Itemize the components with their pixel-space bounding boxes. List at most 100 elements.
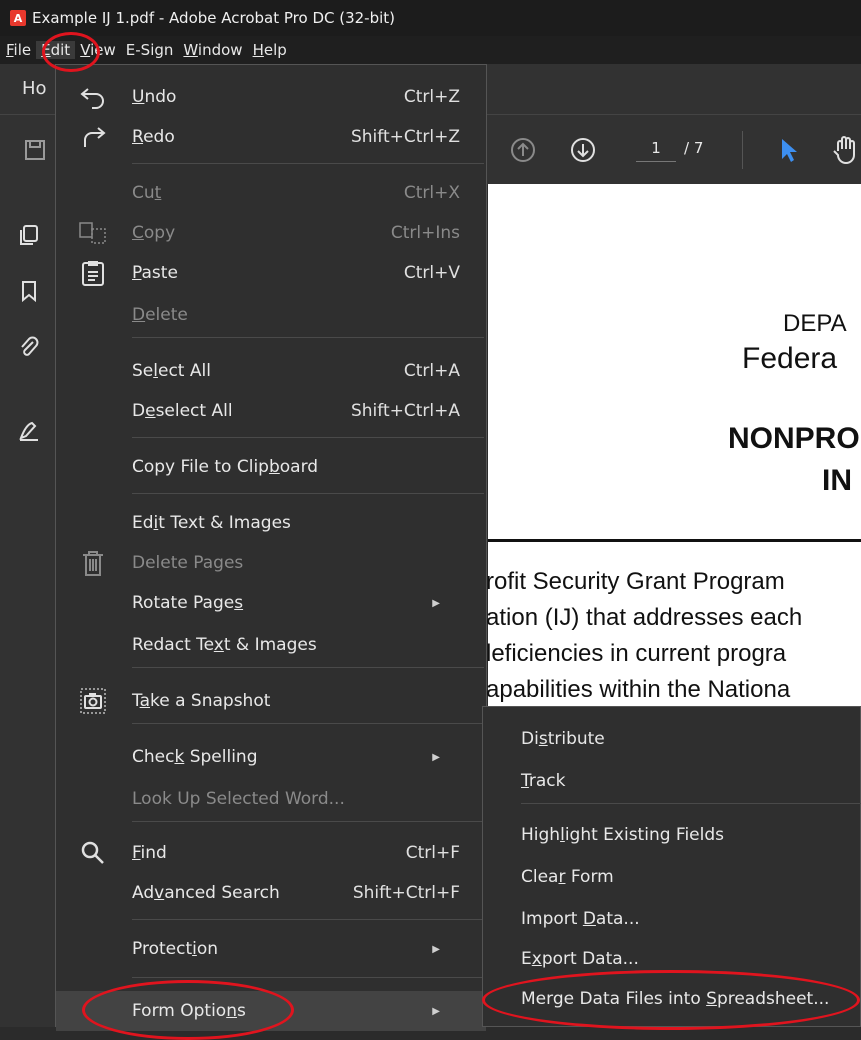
menu-item-label: Copy File to Clipboard (132, 457, 319, 477)
signature-icon[interactable] (18, 420, 40, 442)
doc-paragraph-line-3: leficiencies in current progra (486, 640, 787, 667)
menu-item-label: Form Options (132, 1001, 246, 1021)
page-number-input[interactable]: 1 (636, 139, 676, 162)
menu-item-advanced-search[interactable]: Advanced Search Shift+Ctrl+F (56, 873, 486, 913)
submenu-item-clear-form[interactable]: Clear Form (483, 857, 861, 897)
menu-item-find[interactable]: Find Ctrl+F (56, 833, 486, 873)
tab-home[interactable]: Ho (22, 78, 47, 99)
camera-icon (78, 686, 108, 716)
menu-item-label: Deselect All (132, 401, 233, 421)
menu-item-copy-file-to-clipboard[interactable]: Copy File to Clipboard (56, 447, 486, 487)
form-options-submenu: Distribute Track Highlight Existing Fields… (482, 706, 861, 1027)
menu-item-label: Redo (132, 127, 175, 147)
submenu-arrow-icon: ▶ (432, 1005, 440, 1017)
menu-item-redact-text-images[interactable]: Redact Text & Images (56, 625, 486, 665)
submenu-item-import-data[interactable]: Import Data... (483, 899, 861, 939)
redo-icon (78, 122, 108, 152)
menu-separator (132, 163, 484, 164)
menu-item-label: Take a Snapshot (132, 691, 271, 711)
menu-item-cut[interactable]: Cut Ctrl+X (56, 173, 486, 213)
submenu-separator (521, 803, 861, 804)
menu-item-delete-pages[interactable]: Delete Pages (56, 543, 486, 583)
menu-separator (132, 919, 484, 920)
page-thumbnails-icon[interactable] (18, 224, 40, 246)
title-bar: A Example IJ 1.pdf - Adobe Acrobat Pro D… (0, 0, 861, 36)
doc-heading-in: IN (822, 464, 852, 497)
menu-item-label: Find (132, 843, 167, 863)
window-title: Example IJ 1.pdf - Adobe Acrobat Pro DC … (32, 9, 396, 27)
menu-separator (132, 437, 484, 438)
menu-window[interactable]: Window (178, 41, 247, 59)
edit-menu: Undo Ctrl+Z Redo Shift+Ctrl+Z Cut Ctrl+X Copy C… (55, 64, 487, 1031)
menu-item-label: Paste (132, 263, 178, 283)
menu-item-shortcut: Shift+Ctrl+F (352, 883, 460, 903)
menu-item-label: Rotate Pages (132, 593, 244, 613)
submenu-item-label: Export Data... (521, 949, 639, 969)
menu-item-label: Edit Text & Images (132, 513, 291, 533)
menu-item-protection[interactable]: Protection ▶ (56, 929, 486, 969)
submenu-item-label: Distribute (521, 729, 605, 749)
doc-heading-department: DEPA (783, 310, 847, 337)
select-tool-icon[interactable] (778, 137, 800, 163)
menu-item-redo[interactable]: Redo Shift+Ctrl+Z (56, 117, 486, 157)
menu-item-rotate-pages[interactable]: Rotate Pages ▶ (56, 583, 486, 623)
hand-tool-icon[interactable] (830, 135, 861, 165)
submenu-item-track[interactable]: Track (483, 761, 861, 801)
menu-separator (132, 723, 484, 724)
menu-item-deselect-all[interactable]: Deselect All Shift+Ctrl+A (56, 391, 486, 431)
menu-view[interactable]: View (75, 41, 121, 59)
submenu-item-distribute[interactable]: Distribute (483, 719, 861, 759)
trash-icon (78, 548, 108, 578)
menu-edit[interactable]: Edit (36, 41, 76, 59)
menu-item-delete[interactable]: Delete (56, 295, 486, 335)
menu-e-sign[interactable]: E-Sign (121, 41, 179, 59)
menu-item-label: Copy (132, 223, 176, 243)
menu-file[interactable]: File (0, 41, 36, 59)
menu-item-select-all[interactable]: Select All Ctrl+A (56, 351, 486, 391)
submenu-item-label: Import Data... (521, 909, 640, 929)
submenu-item-highlight-existing-fields[interactable]: Highlight Existing Fields (483, 815, 861, 855)
menu-item-paste[interactable]: Paste Ctrl+V (56, 253, 486, 293)
doc-rule (488, 539, 861, 542)
menu-item-copy[interactable]: Copy Ctrl+Ins (56, 213, 486, 253)
menu-item-undo[interactable]: Undo Ctrl+Z (56, 77, 486, 117)
menu-item-shortcut: Ctrl+F (405, 843, 460, 863)
menu-separator (132, 493, 484, 494)
menu-item-label: Redact Text & Images (132, 635, 317, 655)
copy-icon (78, 218, 108, 248)
menu-item-shortcut: Shift+Ctrl+A (350, 401, 460, 421)
menu-item-shortcut: Ctrl+X (403, 183, 460, 203)
menu-item-check-spelling[interactable]: Check Spelling ▶ (56, 737, 486, 777)
page-total: / 7 (684, 139, 704, 157)
submenu-arrow-icon: ▶ (432, 943, 440, 955)
next-page-icon[interactable] (570, 137, 596, 163)
menu-help[interactable]: Help (248, 41, 292, 59)
menu-item-shortcut: Ctrl+Ins (390, 223, 460, 243)
bookmarks-icon[interactable] (18, 280, 40, 302)
menu-item-edit-text-images[interactable]: Edit Text & Images (56, 503, 486, 543)
menu-item-look-up-selected-word[interactable]: Look Up Selected Word... (56, 779, 486, 819)
left-sidebar (0, 184, 56, 1027)
menu-item-label: Select All (132, 361, 211, 381)
menu-item-label: Delete (132, 305, 188, 325)
previous-page-icon[interactable] (510, 137, 536, 163)
attachments-icon[interactable] (18, 336, 40, 358)
submenu-item-merge-data-files[interactable]: Merge Data Files into Spreadsheet... (483, 979, 861, 1019)
menu-item-label: Look Up Selected Word... (132, 789, 345, 809)
submenu-item-export-data[interactable]: Export Data... (483, 939, 861, 979)
menu-item-label: Check Spelling (132, 747, 258, 767)
menu-item-form-options[interactable]: Form Options ▶ (56, 991, 486, 1031)
menu-item-take-a-snapshot[interactable]: Take a Snapshot (56, 681, 486, 721)
toolbar-divider (742, 131, 743, 169)
doc-paragraph-line-2: ation (IJ) that addresses each (486, 604, 803, 631)
doc-paragraph-line-4: apabilities within the Nationa (486, 676, 791, 703)
menu-separator (132, 337, 484, 338)
menu-separator (132, 977, 484, 978)
menu-item-label: Cut (132, 183, 162, 203)
save-icon[interactable] (24, 139, 46, 161)
menu-item-shortcut: Ctrl+Z (403, 87, 460, 107)
doc-heading-federal: Federa (742, 342, 838, 375)
submenu-arrow-icon: ▶ (432, 751, 440, 763)
submenu-item-label: Track (521, 771, 566, 791)
menu-item-label: Undo (132, 87, 177, 107)
